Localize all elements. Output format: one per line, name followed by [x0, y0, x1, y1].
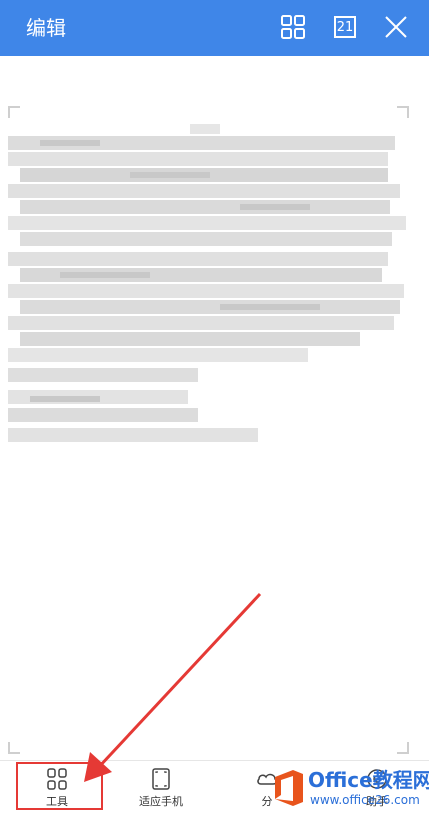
fit-phone-label: 适应手机 [139, 795, 183, 808]
watermark-url: www.office26.com [310, 793, 420, 807]
page-badge-frame: 21 [334, 16, 356, 38]
office-logo-icon [275, 770, 303, 806]
highlight-box [16, 762, 103, 810]
fit-phone-icon [152, 768, 170, 790]
fit-phone-button[interactable]: 适应手机 [116, 761, 206, 815]
app-frame: 编辑 21 工具 适应手机 分 助手 Office教程网 www.office2… [0, 0, 429, 815]
watermark-brand: Office教程网 [308, 768, 429, 792]
blurred-document-content [8, 124, 406, 442]
page-number-icon[interactable]: 21 [330, 12, 360, 42]
document-page[interactable] [0, 56, 429, 760]
close-icon[interactable] [381, 12, 411, 42]
page-number-badge: 21 [336, 19, 354, 35]
grid-view-icon[interactable] [278, 12, 308, 42]
page-title: 编辑 [26, 16, 66, 40]
crop-mark-bottom-right [397, 742, 409, 754]
crop-mark-bottom-left [8, 742, 20, 754]
watermark: Office教程网 www.office26.com [268, 764, 429, 815]
top-bar: 编辑 21 [0, 0, 429, 56]
